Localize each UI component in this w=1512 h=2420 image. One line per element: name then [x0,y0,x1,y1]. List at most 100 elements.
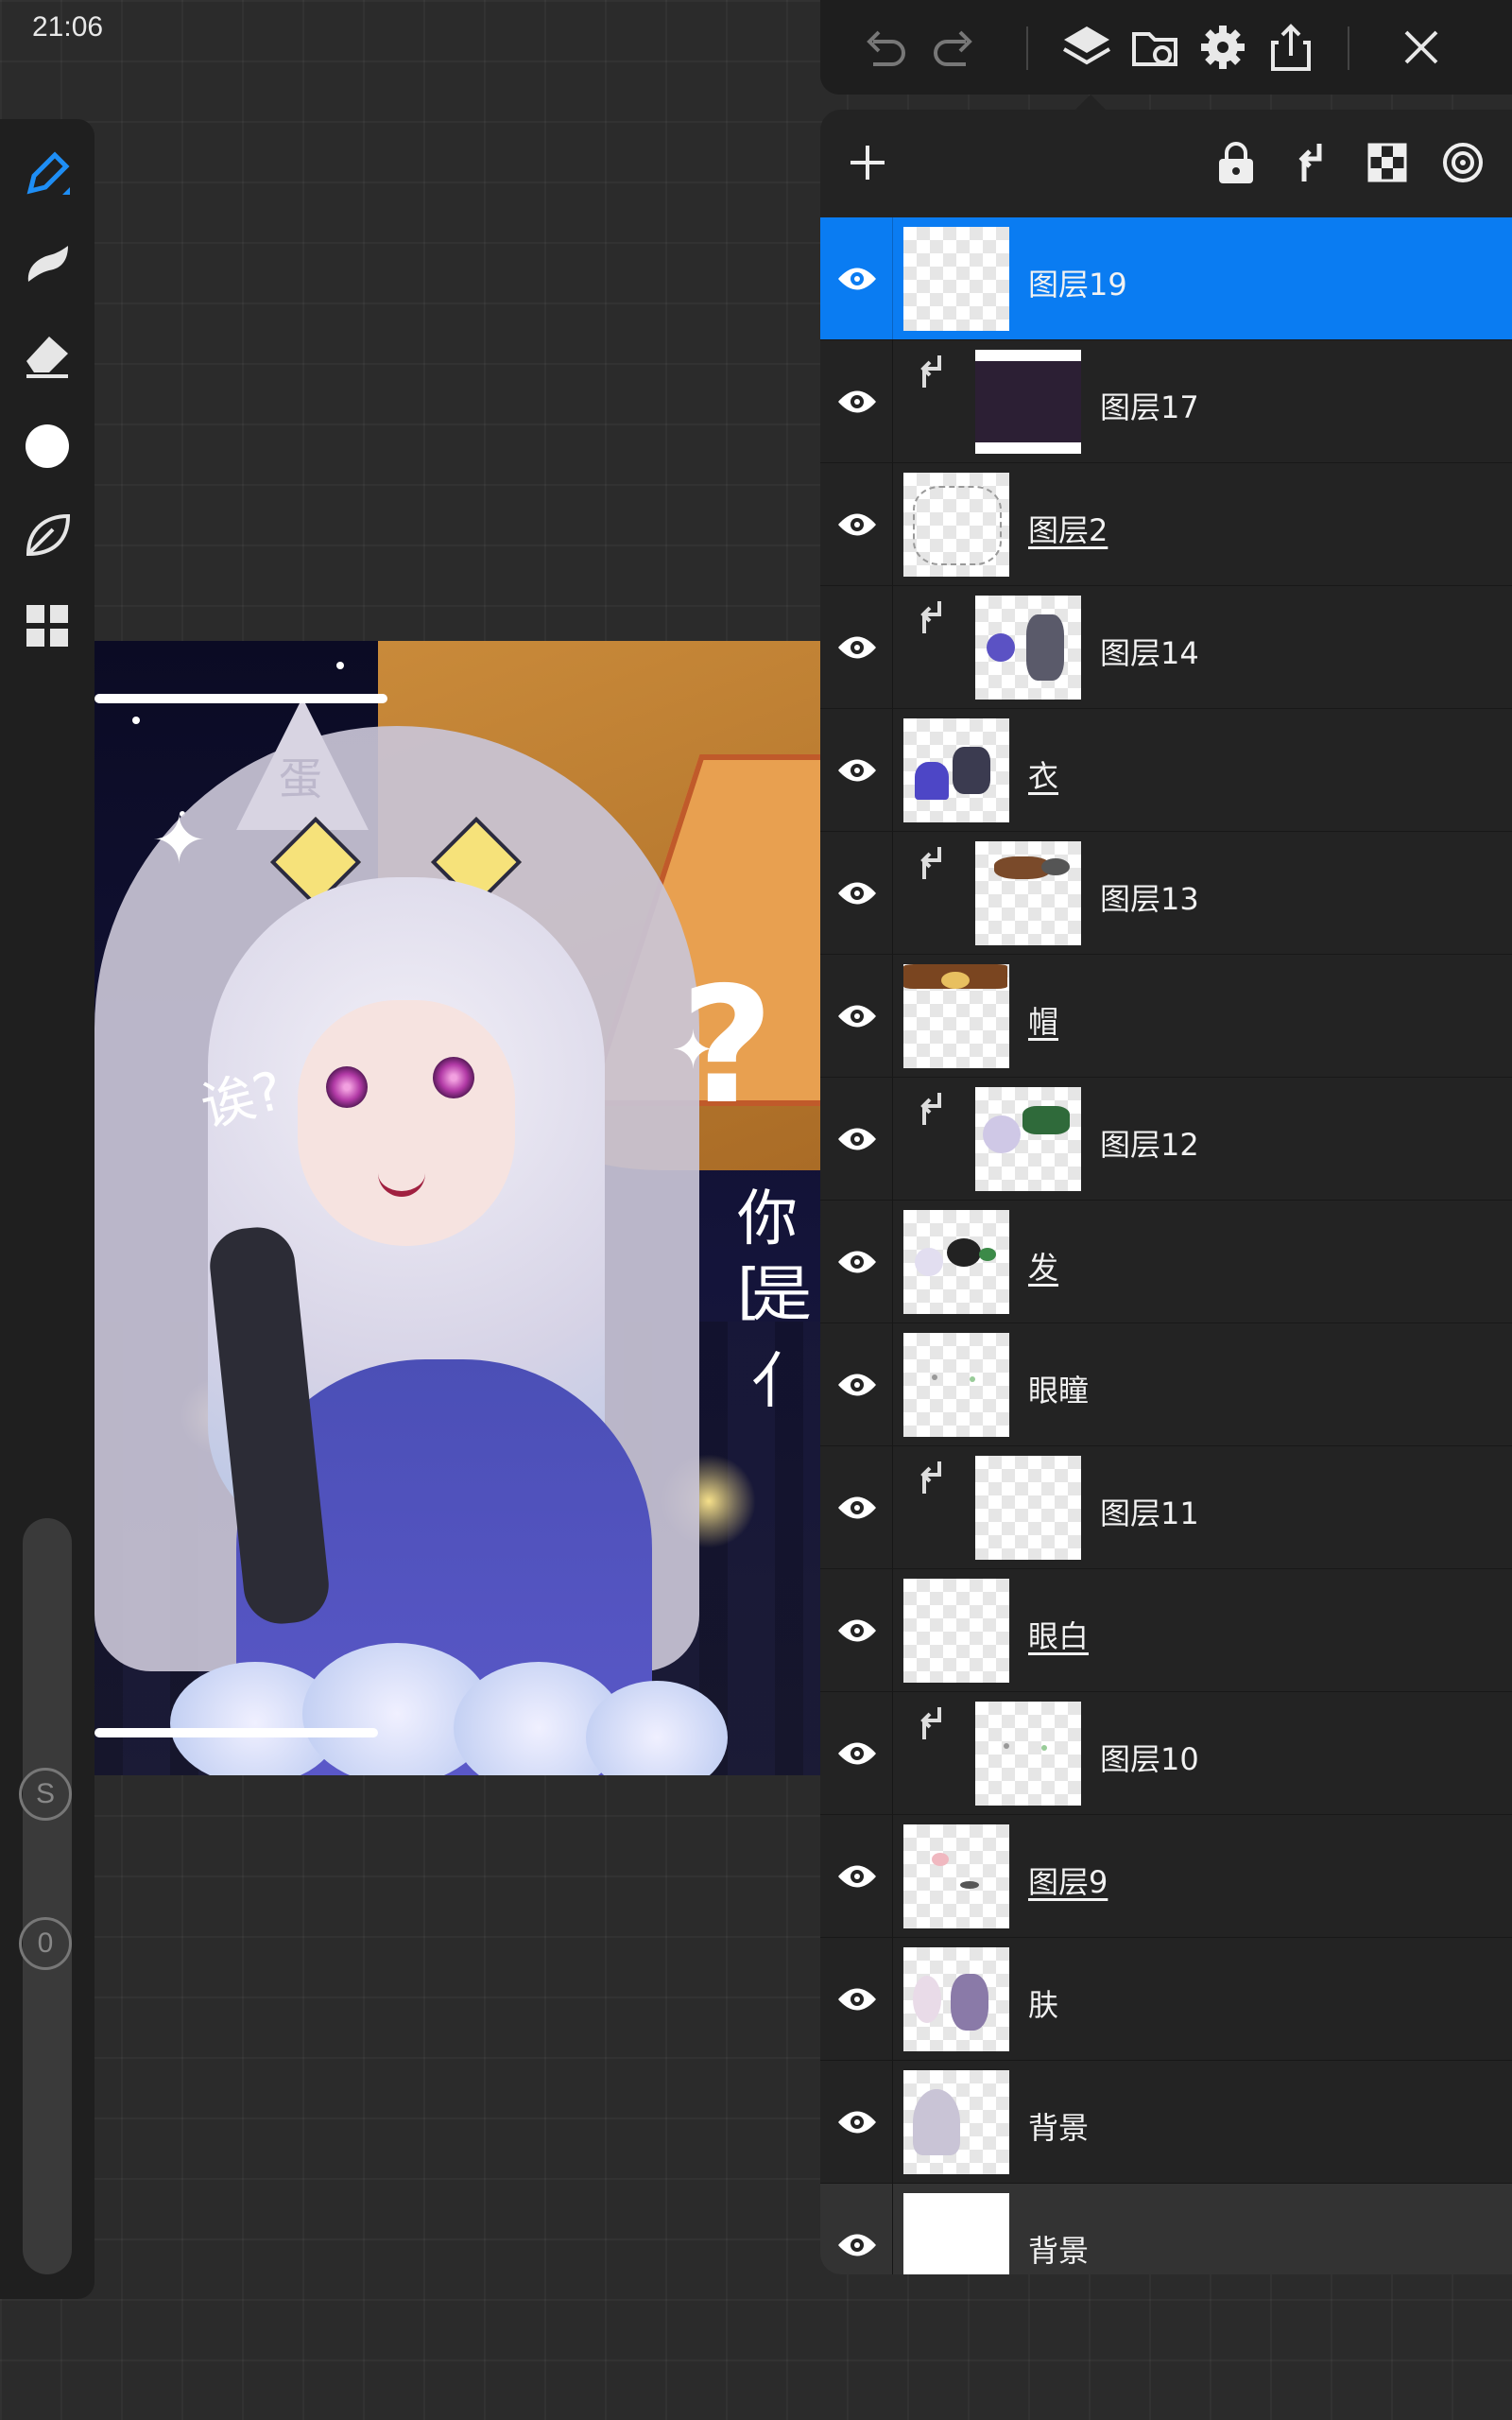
layer-row[interactable]: 图层13 [820,832,1512,955]
opacity-slider-handle[interactable]: 0 [19,1917,72,1970]
layer-row[interactable]: 眼瞳 [820,1323,1512,1446]
layer-thumbnail[interactable] [903,1333,1009,1437]
character-eye [326,1066,368,1108]
layer-properties-button[interactable] [1435,136,1491,193]
visibility-eye-icon[interactable] [835,1243,879,1281]
visibility-eye-icon[interactable] [835,629,879,666]
row-divider [892,955,893,1077]
layer-thumbnail[interactable] [903,2070,1009,2174]
layer-name: 图层12 [1100,1127,1199,1163]
redo-icon [930,23,979,77]
clip-arrow-icon [915,1705,953,1743]
layer-name: 眼瞳 [1028,1373,1090,1409]
layer-row[interactable]: 图层2 [820,463,1512,586]
layer-thumbnail[interactable] [903,227,1009,331]
clip-arrow-icon [915,845,953,883]
drawing-canvas[interactable]: 蛋 ✦ ✦ 诶? ? 你[ 是亻 [94,641,820,1775]
visibility-eye-icon[interactable] [835,2226,879,2264]
layer-row[interactable]: 图层19 [820,217,1512,340]
close-button[interactable] [1391,19,1452,79]
layer-thumbnail[interactable] [975,1087,1081,1191]
row-divider [892,2061,893,2183]
layer-thumbnail[interactable] [903,1210,1009,1314]
layers-panel: 图层19 图层17 图层2 图层14 衣图层13 帽图层12 发眼瞳图层11 眼白图层10 图层… [820,110,1512,2274]
visibility-eye-icon[interactable] [835,1366,879,1404]
clip-arrow-icon [915,1091,953,1129]
smudge-tool-button[interactable] [17,234,77,295]
visibility-eye-icon[interactable] [835,1735,879,1772]
layer-row[interactable]: 背景 [820,2184,1512,2274]
layer-row[interactable]: 衣 [820,709,1512,832]
layer-row[interactable]: 图层14 [820,586,1512,709]
visibility-eye-icon[interactable] [835,1980,879,2018]
layer-name: 背景 [1028,2110,1090,2146]
redo-button[interactable] [924,19,985,79]
layer-row[interactable]: 图层9 [820,1815,1512,1938]
layer-thumbnail[interactable] [975,841,1081,945]
visibility-eye-icon[interactable] [835,1120,879,1158]
layer-name: 图层17 [1100,389,1199,425]
reference-button[interactable] [1125,19,1185,79]
layer-thumbnail[interactable] [903,2193,1009,2274]
visibility-eye-icon[interactable] [835,1489,879,1527]
row-divider [892,1815,893,1937]
character-face [298,1000,515,1246]
layer-name: 背景 [1028,2233,1090,2269]
visibility-eye-icon[interactable] [835,260,879,298]
visibility-eye-icon[interactable] [835,997,879,1035]
visibility-eye-icon[interactable] [835,2103,879,2141]
layer-thumbnail[interactable] [903,1824,1009,1928]
undo-button[interactable] [854,19,915,79]
layer-thumbnail[interactable] [903,473,1009,577]
row-divider [892,2184,893,2274]
star [336,662,344,669]
layer-row[interactable]: 图层11 [820,1446,1512,1569]
export-button[interactable] [1261,19,1321,79]
layers-button[interactable] [1057,19,1117,79]
layer-row[interactable]: 图层12 [820,1078,1512,1201]
clipping-mask-button[interactable] [1283,136,1340,193]
layer-thumbnail[interactable] [975,1702,1081,1806]
layer-thumbnail[interactable] [903,1579,1009,1683]
settings-button[interactable] [1193,19,1253,79]
layer-row[interactable]: 肤 [820,1938,1512,2061]
gear-icon [1197,22,1248,78]
visibility-eye-icon[interactable] [835,506,879,544]
clip-arrow-icon [915,599,953,637]
layer-thumbnail[interactable] [975,596,1081,700]
pen-tool-button[interactable] [17,146,77,206]
visibility-eye-icon[interactable] [835,874,879,912]
layer-thumbnail[interactable] [903,964,1009,1068]
layer-thumbnail[interactable] [975,1456,1081,1560]
visibility-eye-icon[interactable] [835,1612,879,1650]
row-divider [892,1078,893,1200]
color-button[interactable] [17,416,77,476]
layer-name: 图层10 [1100,1741,1199,1777]
row-divider [892,1569,893,1691]
add-layer-button[interactable] [839,136,896,193]
layer-thumbnail[interactable] [903,1947,1009,2051]
decor-line [94,1728,378,1737]
eraser-tool-button[interactable] [17,325,77,386]
visibility-eye-icon[interactable] [835,1858,879,1895]
grid-icon [23,601,72,655]
layer-row[interactable]: 眼白 [820,1569,1512,1692]
layer-row[interactable]: 发 [820,1201,1512,1323]
lock-layer-button[interactable] [1208,136,1264,193]
size-slider-handle[interactable]: S [19,1768,72,1821]
decor-line [94,694,387,703]
layer-thumbnail[interactable] [903,718,1009,822]
layer-row[interactable]: 帽 [820,955,1512,1078]
brush-size-slider[interactable] [23,1518,72,1953]
row-divider [892,340,893,462]
layer-row[interactable]: 图层10 [820,1692,1512,1815]
layer-row[interactable]: 背景 [820,2061,1512,2184]
brush-library-button[interactable] [17,507,77,567]
layer-name: 肤 [1028,1987,1059,2023]
layer-thumbnail[interactable] [975,350,1081,454]
alpha-lock-button[interactable] [1359,136,1416,193]
visibility-eye-icon[interactable] [835,752,879,789]
gallery-button[interactable] [17,597,77,658]
visibility-eye-icon[interactable] [835,383,879,421]
layer-row[interactable]: 图层17 [820,340,1512,463]
